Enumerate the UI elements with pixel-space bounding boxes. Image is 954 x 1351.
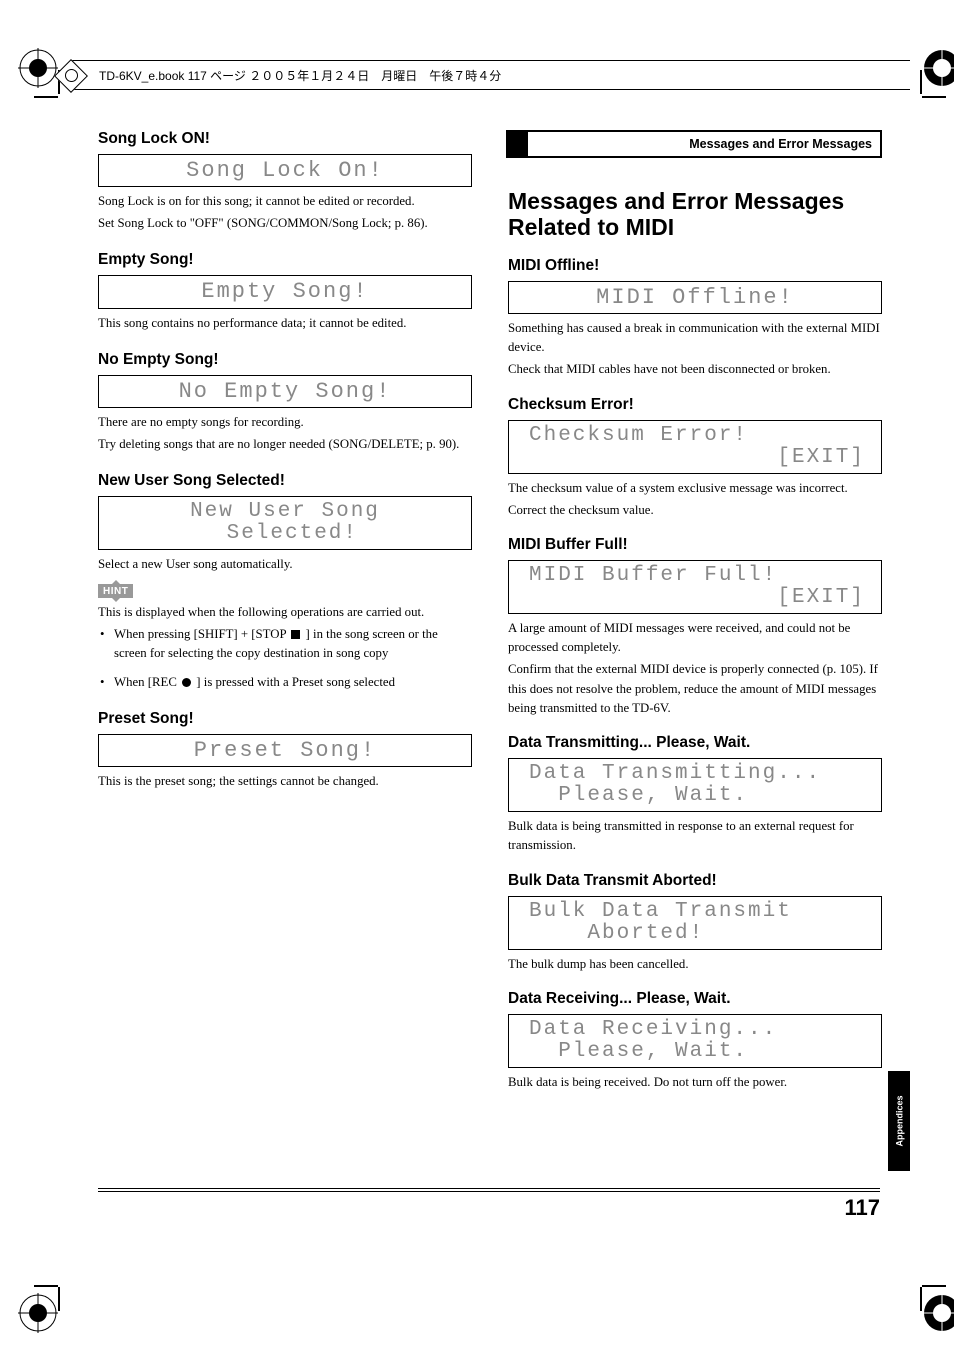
lcd-display: Preset Song! xyxy=(98,734,472,767)
heading-song-lock: Song Lock ON! xyxy=(98,130,472,148)
left-column: Song Lock ON! Song Lock On! Song Lock is… xyxy=(98,130,472,1221)
registration-mark-icon xyxy=(922,48,954,88)
body-text: Try deleting songs that are no longer ne… xyxy=(98,435,472,454)
body-text: Set Song Lock to "OFF" (SONG/COMMON/Song… xyxy=(98,214,472,233)
lcd-display: Checksum Error![EXIT] xyxy=(508,420,882,474)
heading-new-user-song: New User Song Selected! xyxy=(98,472,472,490)
content: Song Lock ON! Song Lock On! Song Lock is… xyxy=(98,130,882,1221)
lcd-display: Data Receiving... Please, Wait. xyxy=(508,1014,882,1068)
body-text: This is displayed when the following ope… xyxy=(98,603,472,622)
section-title-midi: Messages and Error Messages Related to M… xyxy=(508,188,882,241)
crop-mark-icon xyxy=(34,1285,58,1287)
heading-empty-song: Empty Song! xyxy=(98,251,472,269)
body-text: Something has caused a break in communic… xyxy=(508,319,882,357)
heading-data-receiving: Data Receiving... Please, Wait. xyxy=(508,990,882,1008)
side-tab-appendices: Appendices xyxy=(888,1071,910,1171)
body-text: The bulk dump has been cancelled. xyxy=(508,955,882,974)
body-text: Correct the checksum value. xyxy=(508,501,882,520)
header-title-text: Messages and Error Messages xyxy=(506,130,882,158)
body-text: A large amount of MIDI messages were rec… xyxy=(508,619,882,657)
print-header: TD-6KV_e.book 117 ページ ２００５年１月２４日 月曜日 午後７… xyxy=(70,60,910,90)
crop-mark-icon xyxy=(922,1285,946,1287)
registration-mark-icon xyxy=(18,1293,58,1333)
heading-midi-buffer-full: MIDI Buffer Full! xyxy=(508,536,882,554)
hint-badge-icon: HINT xyxy=(98,584,133,598)
body-text: The checksum value of a system exclusive… xyxy=(508,479,882,498)
body-text: Song Lock is on for this song; it cannot… xyxy=(98,192,472,211)
body-text: This is the preset song; the settings ca… xyxy=(98,772,472,791)
record-icon xyxy=(182,678,191,687)
body-text: Select a new User song automatically. xyxy=(98,555,472,574)
page: TD-6KV_e.book 117 ページ ２００５年１月２４日 月曜日 午後７… xyxy=(0,0,954,1351)
header-title-box: Messages and Error Messages xyxy=(506,130,882,158)
crop-mark-icon xyxy=(34,96,58,98)
body-text: Confirm that the external MIDI device is… xyxy=(508,660,882,718)
right-column: Messages and Error Messages Messages and… xyxy=(508,130,882,1221)
body-text: Bulk data is being transmitted in respon… xyxy=(508,817,882,855)
lcd-display: New User Song Selected! xyxy=(98,496,472,550)
body-text: Check that MIDI cables have not been dis… xyxy=(508,360,882,379)
lcd-display: Data Transmitting... Please, Wait. xyxy=(508,758,882,812)
crop-mark-icon xyxy=(920,1287,922,1311)
page-number: 117 xyxy=(845,1195,881,1221)
registration-mark-icon xyxy=(922,1293,954,1333)
crop-mark-icon xyxy=(922,96,946,98)
stop-icon xyxy=(291,630,300,639)
heading-no-empty-song: No Empty Song! xyxy=(98,351,472,369)
heading-midi-offline: MIDI Offline! xyxy=(508,257,882,275)
heading-data-transmitting: Data Transmitting... Please, Wait. xyxy=(508,734,882,752)
registration-mark-icon xyxy=(18,48,58,88)
body-text: There are no empty songs for recording. xyxy=(98,413,472,432)
footer-rule xyxy=(98,1188,880,1189)
heading-bulk-transmit-aborted: Bulk Data Transmit Aborted! xyxy=(508,872,882,890)
crop-mark-icon xyxy=(920,70,922,94)
heading-checksum-error: Checksum Error! xyxy=(508,396,882,414)
heading-preset-song: Preset Song! xyxy=(98,710,472,728)
lcd-display: MIDI Buffer Full![EXIT] xyxy=(508,560,882,614)
lcd-display: MIDI Offline! xyxy=(508,281,882,314)
body-text: Bulk data is being received. Do not turn… xyxy=(508,1073,882,1092)
lcd-display: Empty Song! xyxy=(98,275,472,308)
lcd-display: Bulk Data Transmit Aborted! xyxy=(508,896,882,950)
list-item: When [REC ] is pressed with a Preset son… xyxy=(114,673,472,692)
footer-rule xyxy=(98,1191,880,1192)
body-text: This song contains no performance data; … xyxy=(98,314,472,333)
lcd-display: No Empty Song! xyxy=(98,375,472,408)
crop-mark-icon xyxy=(58,1287,60,1311)
bullet-list: When pressing [SHIFT] + [STOP ] in the s… xyxy=(98,625,472,693)
lcd-display: Song Lock On! xyxy=(98,154,472,187)
list-item: When pressing [SHIFT] + [STOP ] in the s… xyxy=(114,625,472,663)
